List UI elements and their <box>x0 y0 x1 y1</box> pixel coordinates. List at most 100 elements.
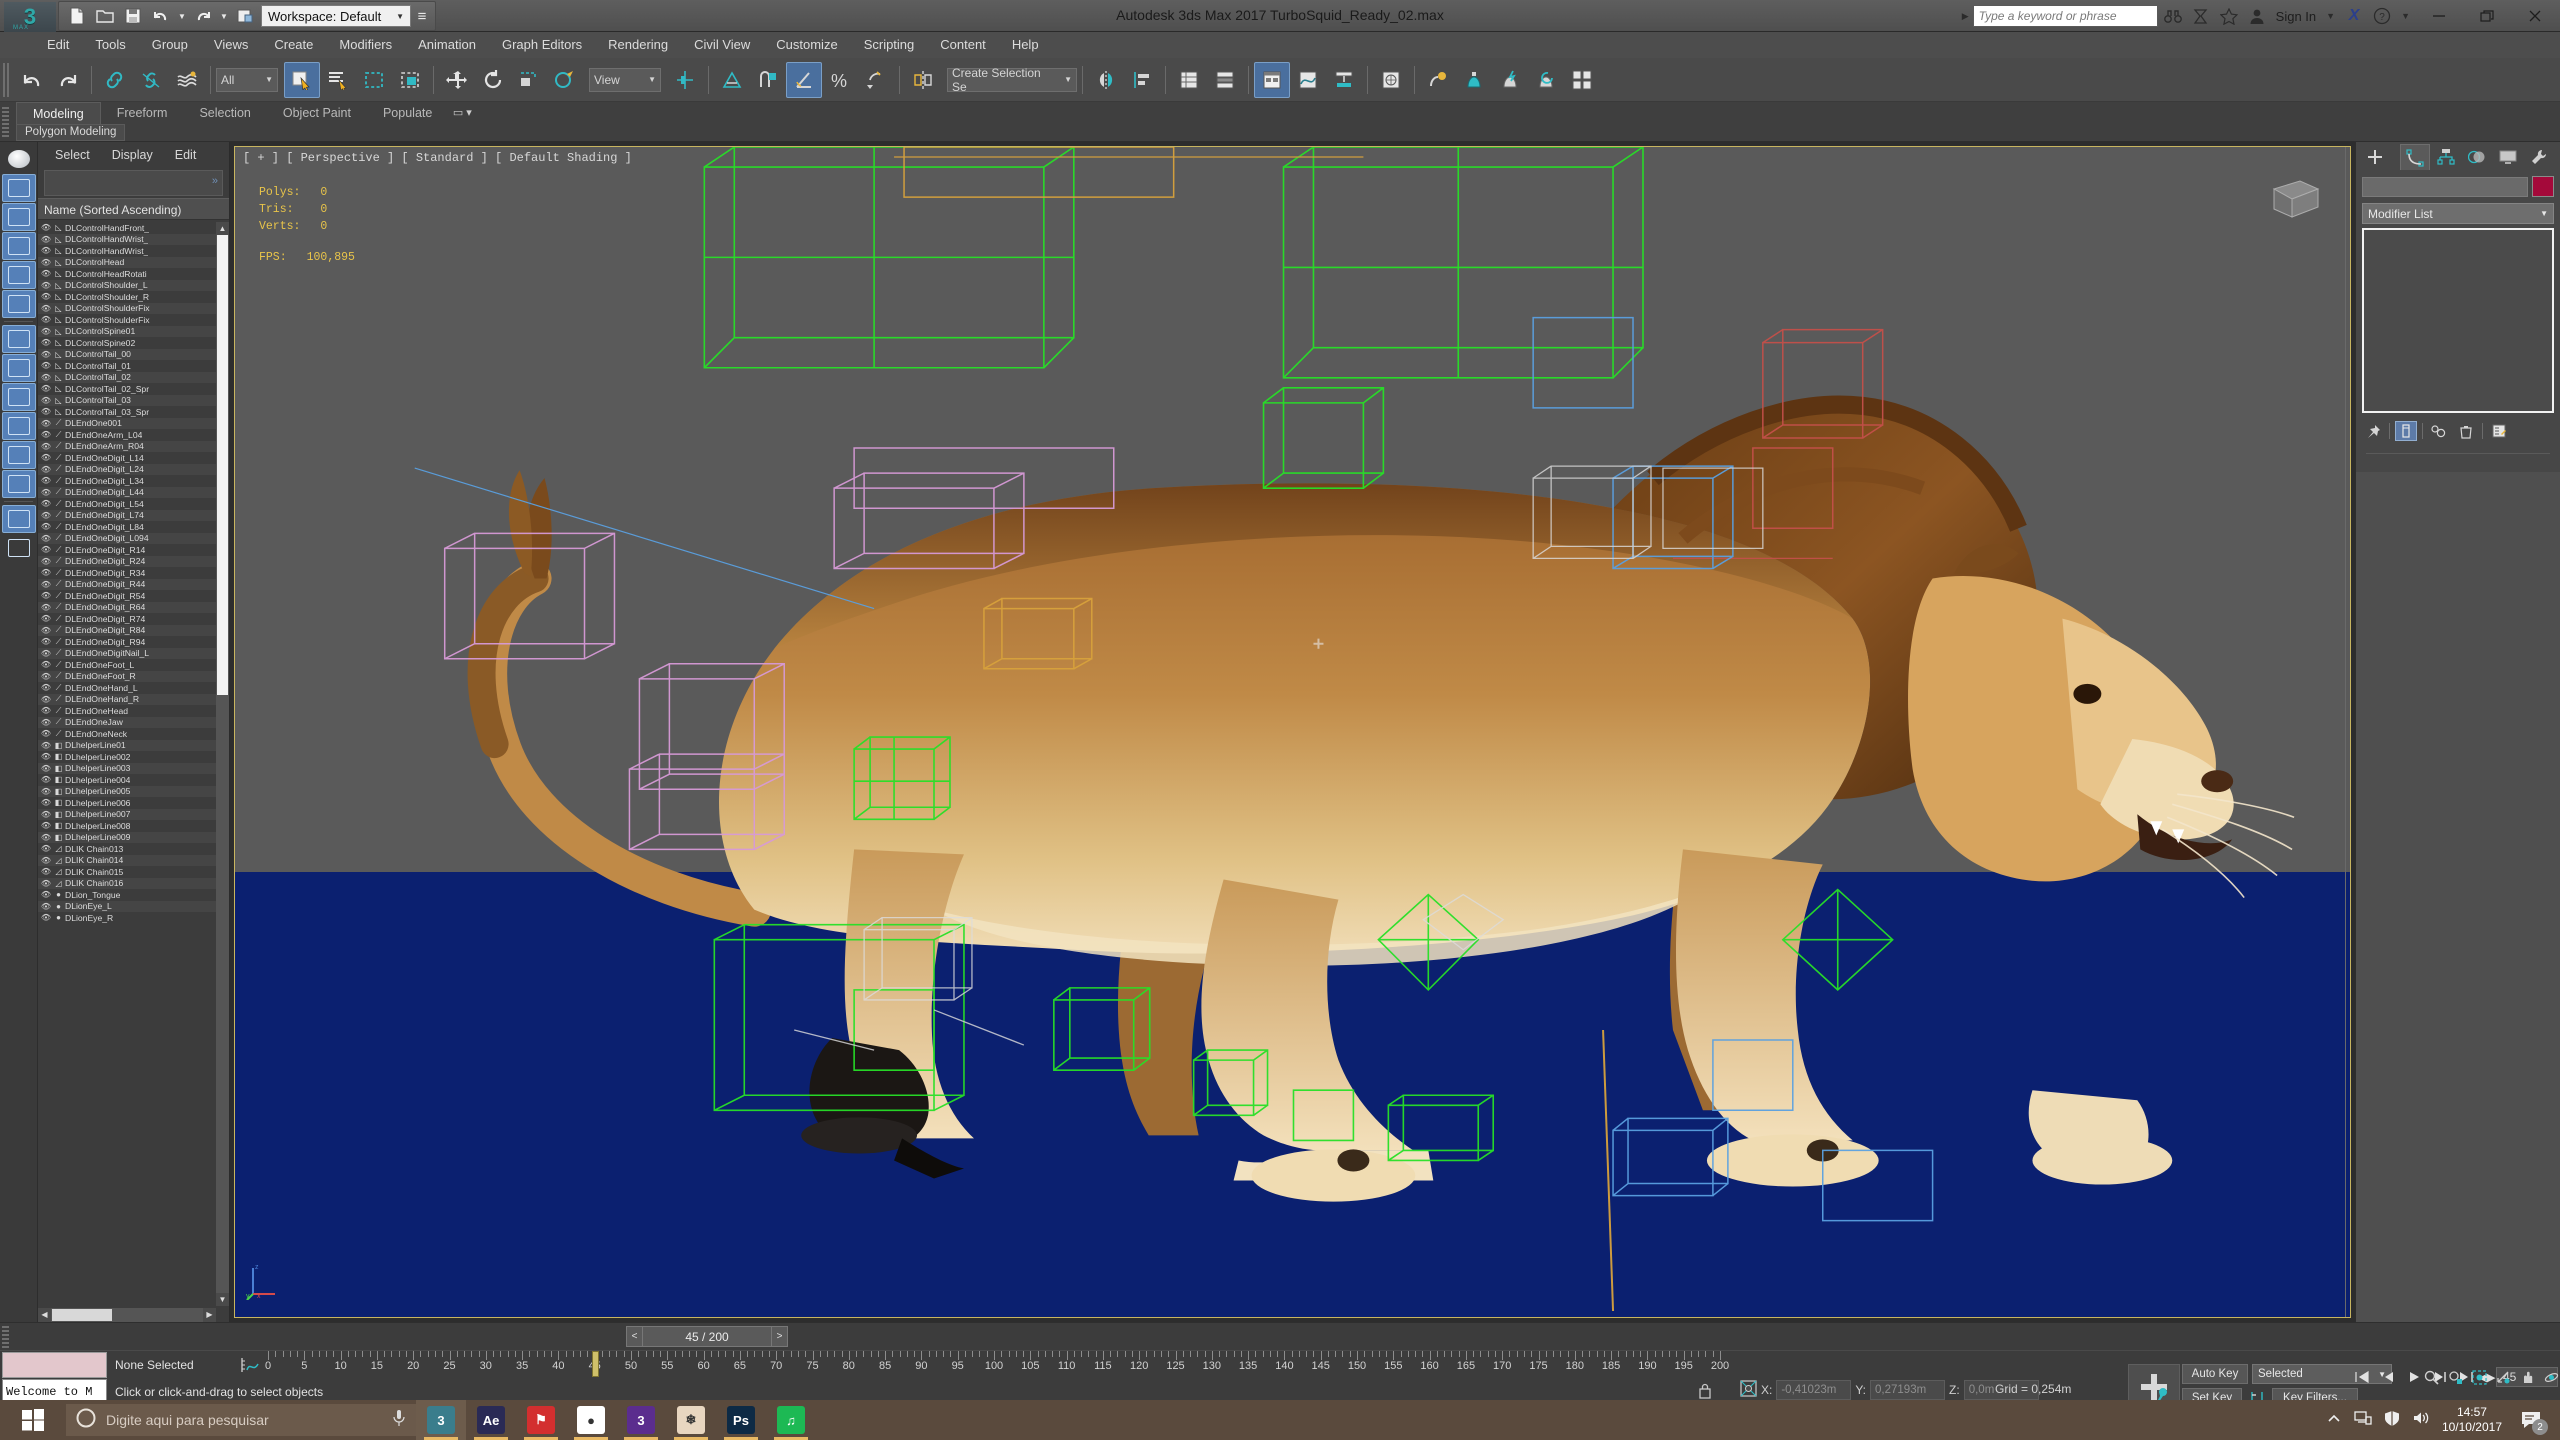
visibility-eye-icon[interactable]: 👁 <box>40 879 52 888</box>
visibility-eye-icon[interactable]: 👁 <box>40 281 52 290</box>
scene-explorer-row[interactable]: 👁 ◧ DLhelperLine008 <box>38 820 229 832</box>
autodesk-exchange-icon[interactable] <box>2188 3 2214 29</box>
scene-explorer-row[interactable]: 👁 ◺ DLControlHandWrist_ <box>38 245 229 257</box>
taskbar-app-chrome[interactable]: ● <box>566 1400 616 1440</box>
taskbar-app-photoshop[interactable]: Ps <box>716 1400 766 1440</box>
material-editor-icon[interactable] <box>1373 62 1409 98</box>
time-slider-grip[interactable] <box>2 1326 9 1348</box>
visibility-eye-icon[interactable]: 👁 <box>40 304 52 313</box>
selection-filter-select[interactable]: All ▼ <box>216 67 278 92</box>
undo-button[interactable] <box>14 62 50 98</box>
scene-explorer-row[interactable]: 👁 ⟋ DLEndOneArm_L04 <box>38 429 229 441</box>
chevron-double-right-icon[interactable]: » <box>212 175 218 187</box>
scene-explorer-row[interactable]: 👁 ◺ DLControlSpine02 <box>38 337 229 349</box>
scene-explorer-row[interactable]: 👁 ⟋ DLEndOneDigitNail_L <box>38 647 229 659</box>
utilities-tab[interactable] <box>2524 144 2554 170</box>
scene-explorer-row[interactable]: 👁 ⟋ DLEndOneFoot_R <box>38 670 229 682</box>
render-filter-icon[interactable] <box>2 534 36 562</box>
search-input[interactable]: Type a keyword or phrase <box>1972 5 2158 27</box>
select-and-place-icon[interactable] <box>547 62 583 98</box>
scene-explorer-row[interactable]: 👁 ◺ DLControlShoulder_R <box>38 291 229 303</box>
taskbar-app-3ds-max-alt[interactable]: 3 <box>616 1400 666 1440</box>
help-chevron-icon[interactable]: ▼ <box>2397 11 2414 21</box>
chevron-right-icon[interactable]: ▶ <box>1958 11 1973 22</box>
lights-filter-icon[interactable] <box>2 203 36 231</box>
scene-explorer-vertical-scrollbar[interactable]: ▲ ▼ <box>216 222 229 1306</box>
workspace-menu-icon[interactable]: ≡ <box>415 4 429 28</box>
visibility-eye-icon[interactable]: 👁 <box>40 695 52 704</box>
ribbon-tab-freeform[interactable]: Freeform <box>101 102 184 124</box>
visibility-eye-icon[interactable]: 👁 <box>40 522 52 531</box>
snaps-toggle-icon[interactable] <box>750 62 786 98</box>
select-and-manipulate-icon[interactable] <box>714 62 750 98</box>
configure-modifier-sets-icon[interactable] <box>2488 421 2510 441</box>
scene-explorer-row[interactable]: 👁 ◧ DLhelperLine005 <box>38 785 229 797</box>
visibility-eye-icon[interactable]: 👁 <box>40 453 52 462</box>
scene-explorer-row[interactable]: 👁 ⟋ DLEndOneDigit_L44 <box>38 486 229 498</box>
visibility-eye-icon[interactable]: 👁 <box>40 867 52 876</box>
x-logo-icon[interactable]: X <box>2341 3 2367 29</box>
visibility-eye-icon[interactable]: 👁 <box>40 292 52 301</box>
previous-frame-button[interactable] <box>2376 1366 2400 1388</box>
ribbon-tab-populate[interactable]: Populate <box>367 102 448 124</box>
modifier-list-select[interactable]: Modifier List ▼ <box>2362 203 2554 224</box>
sign-in-button[interactable]: Sign In <box>2272 9 2320 24</box>
scroll-up-icon[interactable]: ▲ <box>216 222 229 235</box>
new-file-icon[interactable] <box>65 4 89 28</box>
explorer-menu-display[interactable]: Display <box>101 148 164 162</box>
visibility-eye-icon[interactable]: 👁 <box>40 637 52 646</box>
unlink-selection-icon[interactable] <box>133 62 169 98</box>
visibility-eye-icon[interactable]: 👁 <box>40 902 52 911</box>
scene-explorer-column-header[interactable]: Name (Sorted Ascending) <box>38 198 229 220</box>
go-to-start-button[interactable] <box>2350 1366 2374 1388</box>
close-button[interactable] <box>2512 1 2558 31</box>
scene-explorer-row[interactable]: 👁 ◺ DLControlTail_03_Spr <box>38 406 229 418</box>
restore-button[interactable] <box>2464 1 2510 31</box>
visibility-eye-icon[interactable]: 👁 <box>40 568 52 577</box>
edit-named-selection-icon[interactable] <box>858 62 894 98</box>
layer-explorer-icon[interactable] <box>1171 62 1207 98</box>
object-name-input[interactable] <box>2362 176 2528 197</box>
ribbon-grip[interactable] <box>2 105 9 137</box>
scene-explorer-row[interactable]: 👁 ◺ DLControlHead <box>38 256 229 268</box>
visibility-eye-icon[interactable]: 👁 <box>40 729 52 738</box>
visibility-eye-icon[interactable]: 👁 <box>40 821 52 830</box>
visibility-eye-icon[interactable]: 👁 <box>40 361 52 370</box>
scene-explorer-row[interactable]: 👁 ◺ DLControlTail_02_Spr <box>38 383 229 395</box>
space-warps-filter-icon[interactable] <box>2 290 36 318</box>
visibility-eye-icon[interactable]: 👁 <box>40 775 52 784</box>
visibility-eye-icon[interactable]: 👁 <box>40 706 52 715</box>
scene-explorer-row[interactable]: 👁 ⟋ DLEndOneDigit_R94 <box>38 636 229 648</box>
taskbar-app-spotify[interactable]: ♫ <box>766 1400 816 1440</box>
rectangular-selection-region-icon[interactable] <box>356 62 392 98</box>
menu-item-content[interactable]: Content <box>927 32 999 58</box>
taskbar-app-3ds-max[interactable]: 3 <box>416 1400 466 1440</box>
make-unique-icon[interactable] <box>2428 421 2450 441</box>
select-and-move-icon[interactable] <box>439 62 475 98</box>
visibility-eye-icon[interactable]: 👁 <box>40 338 52 347</box>
taskbar-clock[interactable]: 14:57 10/10/2017 <box>2442 1405 2502 1435</box>
all-objects-filter-icon[interactable] <box>2 145 36 173</box>
help-icon[interactable]: ? <box>2369 3 2395 29</box>
next-frame-button[interactable]: > <box>771 1326 788 1347</box>
taskbar-app-popcorn-time[interactable]: ❄ <box>666 1400 716 1440</box>
field-of-view-icon[interactable] <box>2492 1366 2515 1388</box>
scene-explorer-row[interactable]: 👁 ⟋ DLEndOneDigit_L54 <box>38 498 229 510</box>
select-by-name-button[interactable] <box>320 62 356 98</box>
ribbon-options-icon[interactable]: ▭ ▾ <box>448 102 476 122</box>
scene-explorer-row[interactable]: 👁 ◧ DLhelperLine004 <box>38 774 229 786</box>
visibility-eye-icon[interactable]: 👁 <box>40 752 52 761</box>
visibility-eye-icon[interactable]: 👁 <box>40 499 52 508</box>
visibility-eye-icon[interactable]: 👁 <box>40 430 52 439</box>
scene-explorer-filter-input[interactable]: » <box>44 170 223 196</box>
visibility-eye-icon[interactable]: 👁 <box>40 787 52 796</box>
menu-item-help[interactable]: Help <box>999 32 1052 58</box>
align-icon[interactable] <box>1124 62 1160 98</box>
pin-stack-icon[interactable] <box>2362 421 2384 441</box>
scene-explorer-row[interactable]: 👁 ◺ DLControlShoulderFix <box>38 314 229 326</box>
remove-modifier-icon[interactable] <box>2455 421 2477 441</box>
scene-explorer-row[interactable]: 👁 ◺ DLControlTail_00 <box>38 348 229 360</box>
menu-item-civil-view[interactable]: Civil View <box>681 32 763 58</box>
visibility-eye-icon[interactable]: 👁 <box>40 764 52 773</box>
visibility-filter-icon[interactable] <box>2 470 36 498</box>
